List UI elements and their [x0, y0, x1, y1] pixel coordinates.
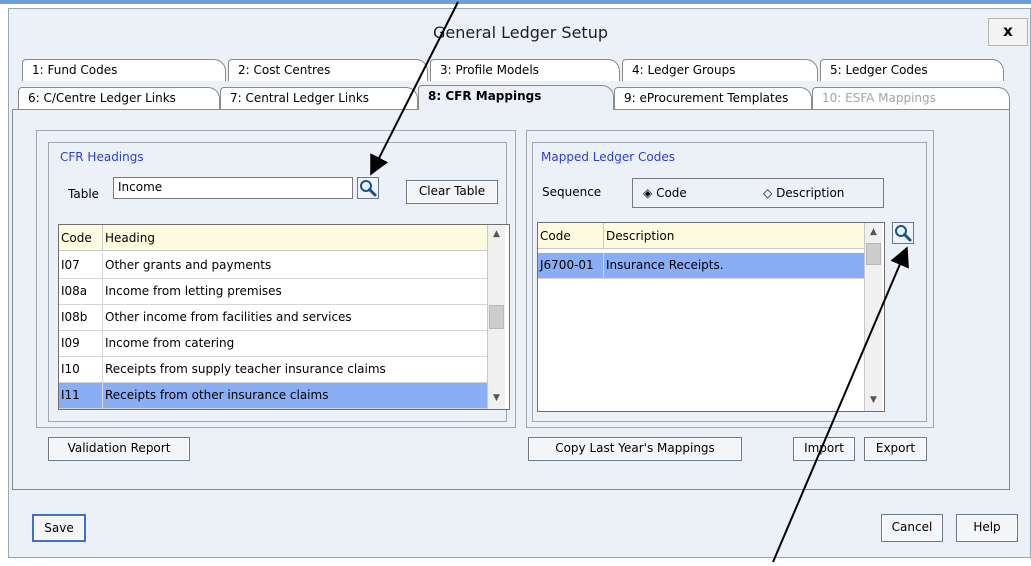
tab-cfr-mappings[interactable]: 8: CFR Mappings: [418, 85, 614, 110]
annotation-arrow: [772, 246, 909, 563]
